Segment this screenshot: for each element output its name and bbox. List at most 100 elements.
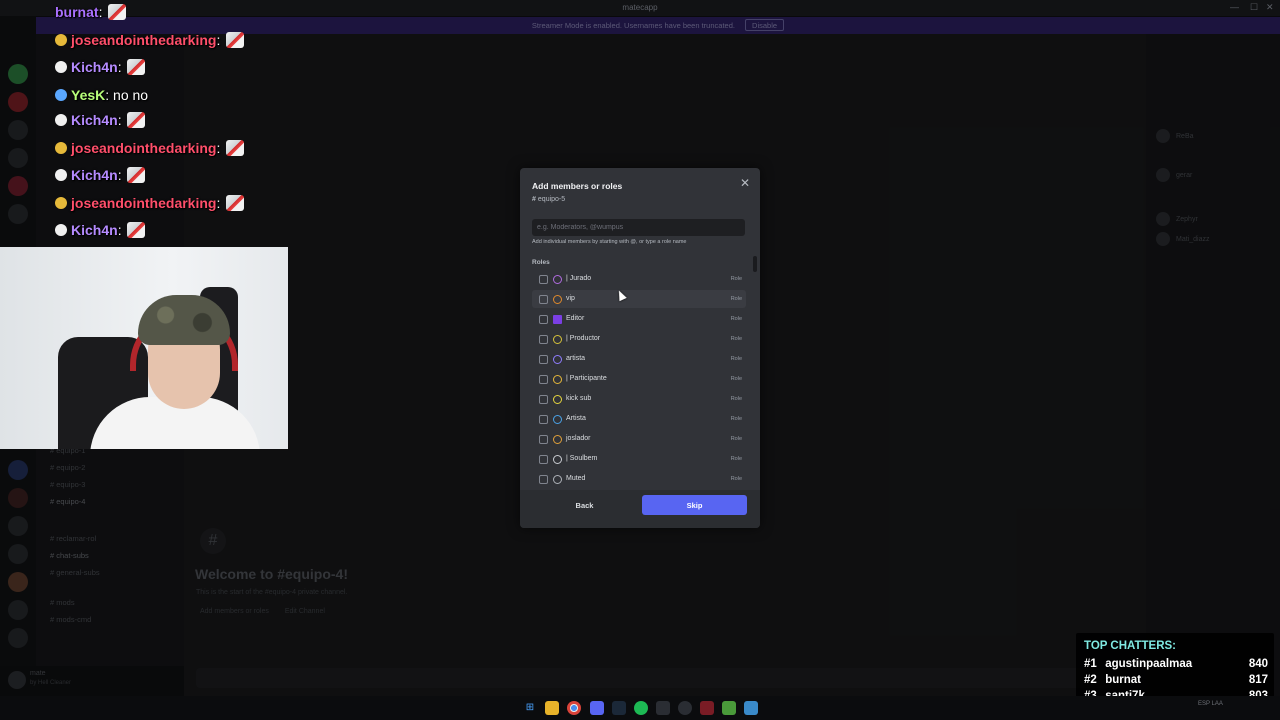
role-row[interactable]: joslador Role bbox=[532, 430, 746, 448]
server-icon[interactable] bbox=[8, 120, 28, 140]
close-icon[interactable]: ✕ bbox=[738, 176, 752, 190]
channel-reclamar-rol[interactable]: # reclamar-rol bbox=[50, 534, 96, 543]
role-type-label: Role bbox=[730, 336, 742, 342]
chat-username: Kich4n bbox=[71, 59, 118, 75]
server-icon[interactable] bbox=[8, 148, 28, 168]
back-button[interactable]: Back bbox=[532, 495, 637, 515]
scrollbar-thumb[interactable] bbox=[753, 256, 757, 272]
role-checkbox[interactable] bbox=[539, 295, 548, 304]
channel-chat-subs[interactable]: # chat-subs bbox=[50, 551, 89, 560]
server-icon[interactable] bbox=[8, 628, 28, 648]
chat-username: joseandointhedarking bbox=[71, 32, 217, 48]
chat-message: YesK: no no bbox=[55, 87, 148, 103]
chat-badge-icon bbox=[55, 114, 67, 126]
windows-icon[interactable]: ⊞ bbox=[523, 701, 537, 715]
role-checkbox[interactable] bbox=[539, 335, 548, 344]
role-checkbox[interactable] bbox=[539, 475, 548, 484]
role-type-label: Role bbox=[730, 316, 742, 322]
modal-channel: # equipo-5 bbox=[532, 196, 565, 203]
app-title: matecapp bbox=[622, 3, 658, 12]
discord-icon[interactable] bbox=[590, 701, 604, 715]
member-item[interactable]: gerar bbox=[1156, 168, 1192, 182]
role-row[interactable]: | Jurado Role bbox=[532, 270, 746, 288]
disable-streamer-mode-button[interactable]: Disable bbox=[745, 19, 785, 31]
server-icon[interactable] bbox=[8, 460, 28, 480]
language-indicator[interactable]: ESP LAA bbox=[1198, 701, 1223, 707]
avatar[interactable] bbox=[8, 671, 26, 689]
modal-channel-name: equipo-5 bbox=[537, 196, 566, 203]
role-row[interactable]: vip Role bbox=[532, 290, 746, 308]
server-icon[interactable] bbox=[8, 572, 28, 592]
role-checkbox[interactable] bbox=[539, 435, 548, 444]
role-checkbox[interactable] bbox=[539, 415, 548, 424]
role-type-label: Role bbox=[730, 476, 742, 482]
minecraft-icon[interactable] bbox=[722, 701, 736, 715]
streamer-banner-text: Streamer Mode is enabled. Usernames have… bbox=[531, 21, 735, 30]
member-item[interactable]: Mati_diazz bbox=[1156, 232, 1209, 246]
roles-list: | Jurado Role vip Role Editor Role | Productor… bbox=[532, 270, 746, 484]
modal-title: Add members or roles bbox=[532, 181, 623, 191]
role-checkbox[interactable] bbox=[539, 355, 548, 364]
role-row[interactable]: Editor Role bbox=[532, 310, 746, 328]
role-row[interactable]: artista Role bbox=[532, 350, 746, 368]
channel-mods[interactable]: # mods bbox=[50, 598, 75, 607]
minimize-icon[interactable]: — bbox=[1230, 2, 1239, 12]
server-icon[interactable] bbox=[8, 92, 28, 112]
server-icon[interactable] bbox=[8, 600, 28, 620]
role-type-label: Role bbox=[730, 296, 742, 302]
server-icon[interactable] bbox=[8, 544, 28, 564]
notepad-icon[interactable] bbox=[744, 701, 758, 715]
user-status: by Hell Cleaner bbox=[30, 680, 72, 686]
chrome-icon[interactable] bbox=[567, 701, 581, 715]
terminal-icon[interactable] bbox=[700, 701, 714, 715]
channel-mods-cmd[interactable]: # mods-cmd bbox=[50, 615, 91, 624]
chat-message: Kich4n: bbox=[55, 59, 146, 75]
edit-channel-link[interactable]: Edit Channel bbox=[285, 608, 325, 615]
chat-badge-icon bbox=[55, 224, 67, 236]
server-icon[interactable] bbox=[8, 204, 28, 224]
role-checkbox[interactable] bbox=[539, 315, 548, 324]
role-row[interactable]: | Participante Role bbox=[532, 370, 746, 388]
chat-emote-icon bbox=[127, 112, 146, 128]
skip-button[interactable]: Skip bbox=[642, 495, 747, 515]
channel-label: general-subs bbox=[56, 568, 100, 577]
role-person-icon bbox=[553, 295, 562, 304]
channel-equipo-3[interactable]: # equipo-3 bbox=[50, 480, 85, 489]
welcome-actions: Add members or roles Edit Channel bbox=[200, 608, 339, 615]
role-row[interactable]: | Productor Role bbox=[532, 330, 746, 348]
channel-general-subs[interactable]: # general-subs bbox=[50, 568, 100, 577]
roles-header: Roles bbox=[532, 259, 550, 266]
role-row[interactable]: Muted Role bbox=[532, 470, 746, 484]
message-input[interactable] bbox=[196, 668, 1126, 688]
role-person-icon bbox=[553, 435, 562, 444]
member-name: Zephyr bbox=[1176, 215, 1198, 223]
role-name: joslador bbox=[566, 435, 591, 442]
app-icon[interactable] bbox=[656, 701, 670, 715]
spotify-icon[interactable] bbox=[634, 701, 648, 715]
role-checkbox[interactable] bbox=[539, 455, 548, 464]
steam-icon[interactable] bbox=[612, 701, 626, 715]
folder-icon[interactable] bbox=[545, 701, 559, 715]
add-members-link[interactable]: Add members or roles bbox=[200, 608, 269, 615]
role-row[interactable]: | Soulbem Role bbox=[532, 450, 746, 468]
role-row[interactable]: Artista Role bbox=[532, 410, 746, 428]
obs-icon[interactable] bbox=[678, 701, 692, 715]
search-input[interactable] bbox=[532, 219, 745, 236]
role-checkbox[interactable] bbox=[539, 375, 548, 384]
server-icon[interactable] bbox=[8, 176, 28, 196]
close-window-icon[interactable]: ✕ bbox=[1266, 2, 1274, 13]
role-checkbox[interactable] bbox=[539, 395, 548, 404]
role-row[interactable]: kick sub Role bbox=[532, 390, 746, 408]
role-checkbox[interactable] bbox=[539, 275, 548, 284]
channel-equipo-2[interactable]: # equipo-2 bbox=[50, 463, 85, 472]
channel-equipo-4[interactable]: # equipo-4 bbox=[50, 497, 85, 506]
server-icon[interactable] bbox=[8, 488, 28, 508]
role-name: Artista bbox=[566, 415, 586, 422]
maximize-icon[interactable]: ☐ bbox=[1250, 2, 1258, 13]
server-icon[interactable] bbox=[8, 516, 28, 536]
avatar bbox=[1156, 168, 1170, 182]
user-name: mate bbox=[30, 670, 46, 677]
server-icon[interactable] bbox=[8, 64, 28, 84]
member-item[interactable]: ReBa bbox=[1156, 129, 1194, 143]
member-item[interactable]: Zephyr bbox=[1156, 212, 1198, 226]
